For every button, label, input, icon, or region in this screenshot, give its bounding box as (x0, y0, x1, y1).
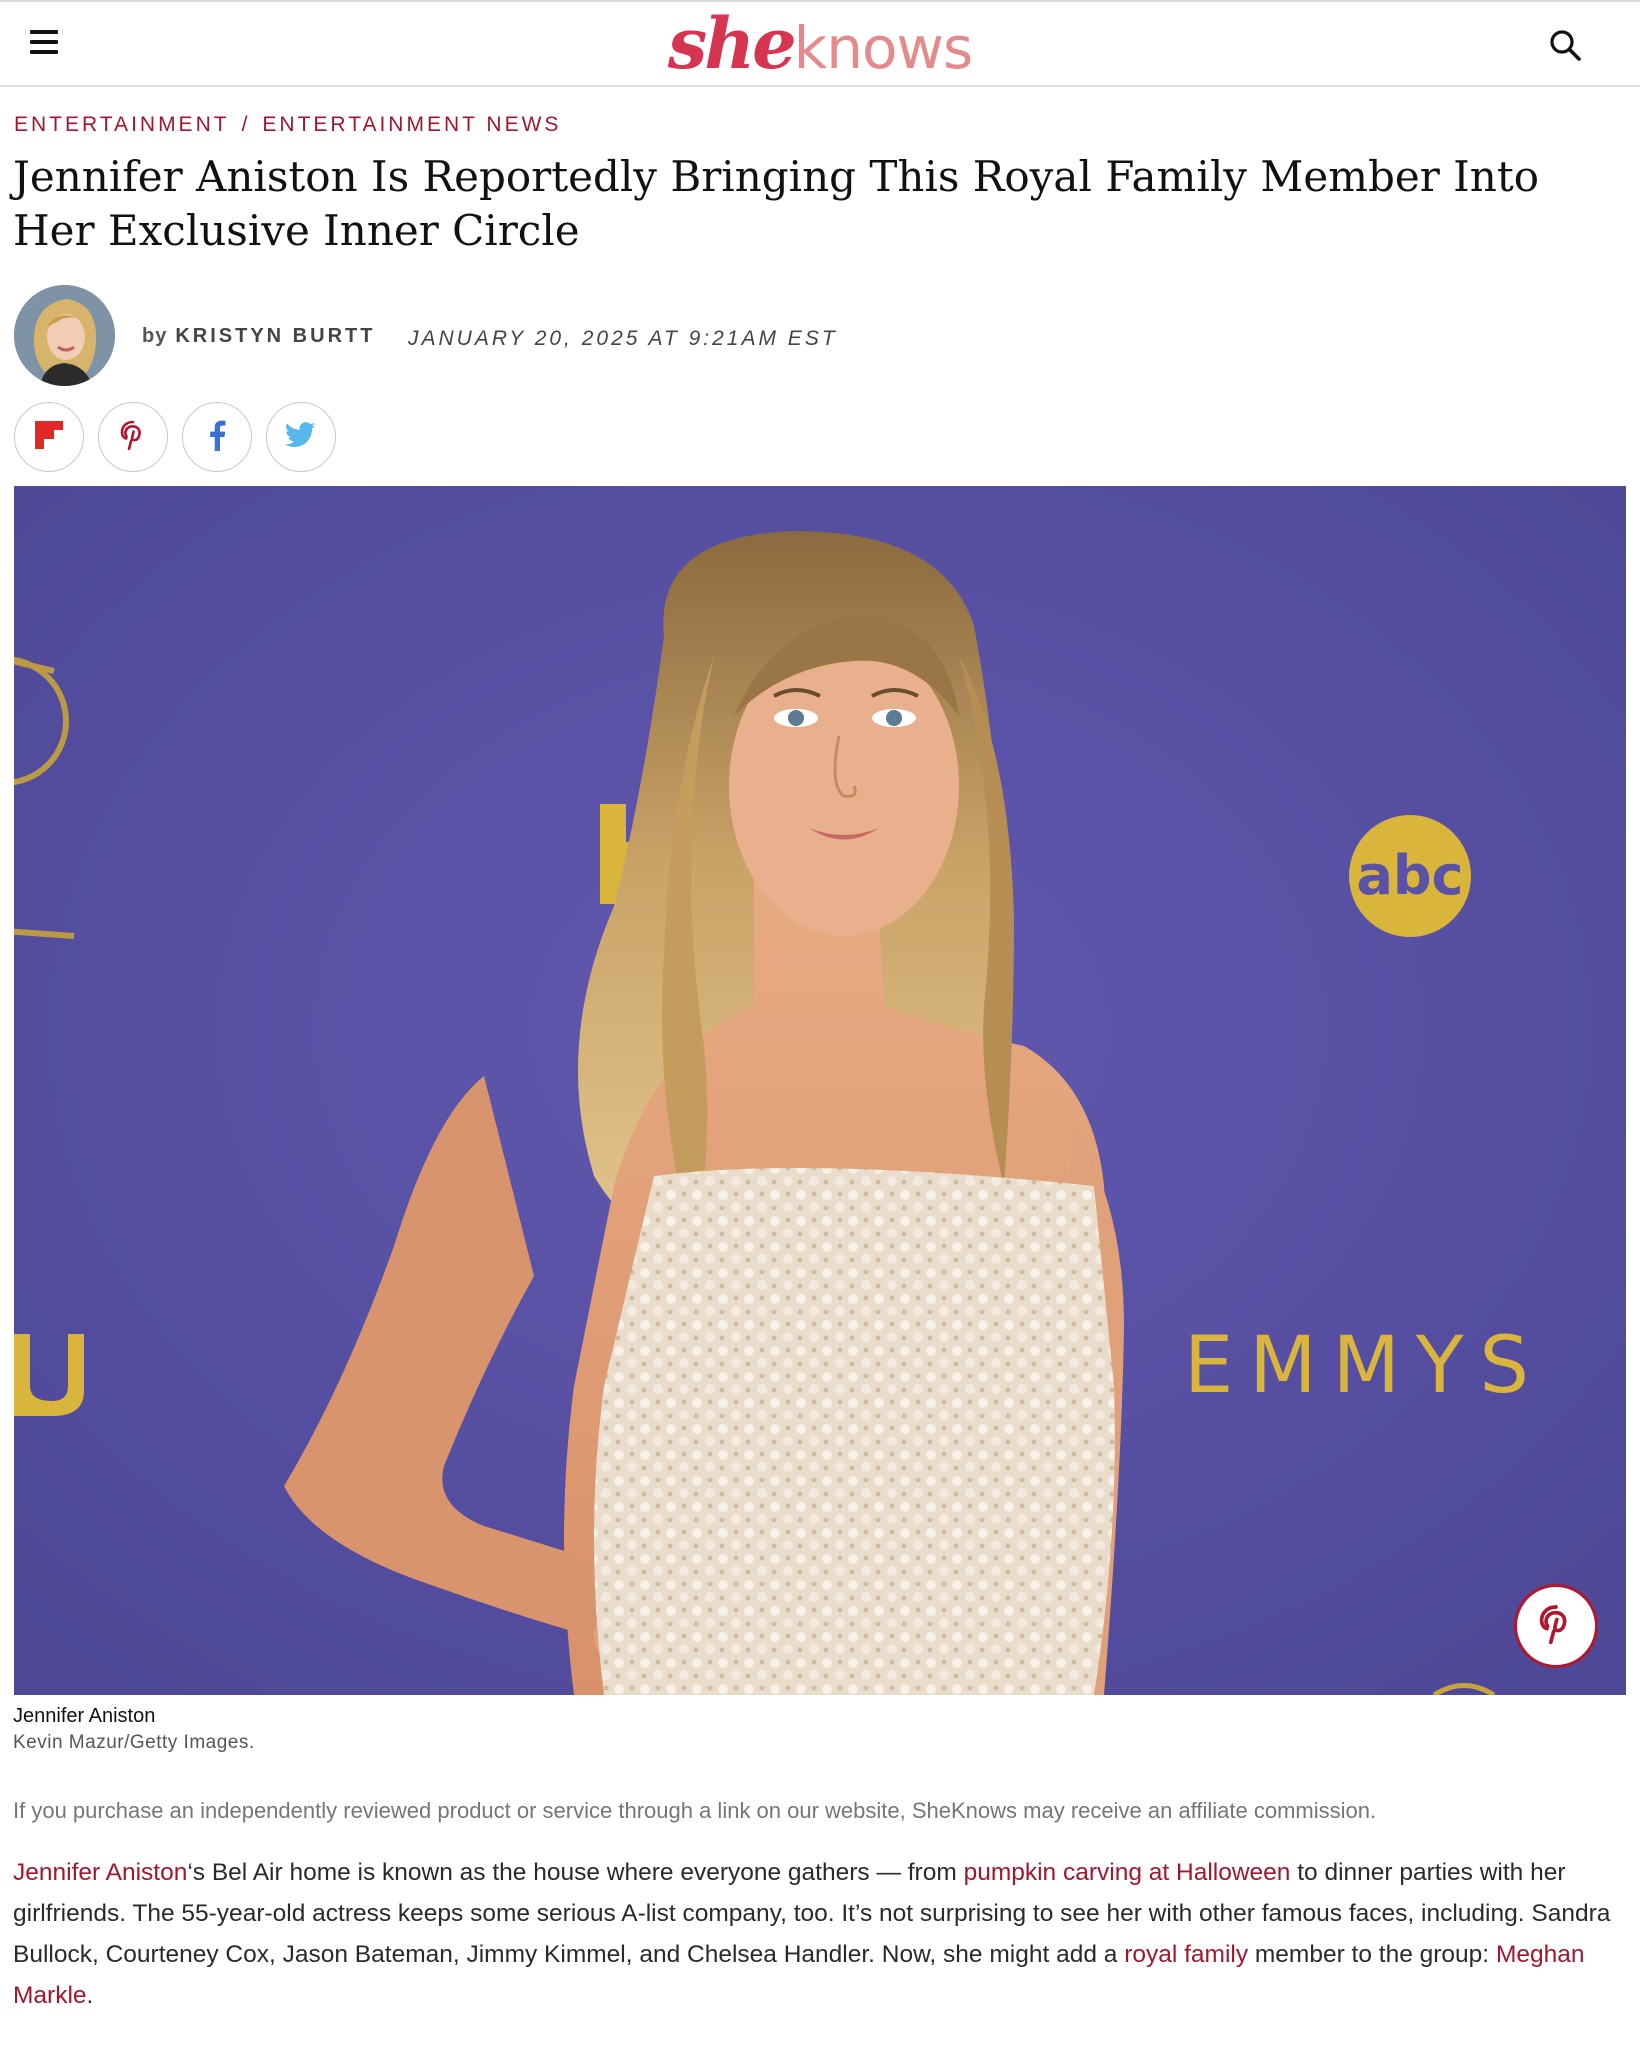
share-pinterest-button[interactable] (98, 402, 168, 472)
body-text-segment: member to the group: (1248, 1941, 1496, 1968)
link-jennifer-aniston[interactable]: Jennifer Aniston (13, 1859, 187, 1886)
author-byline: by KRISTYN BURTT (142, 325, 375, 348)
site-header: sheknows (0, 0, 1640, 87)
breadcrumb-entertainment[interactable]: ENTERTAINMENT (14, 113, 230, 136)
pinterest-icon (1539, 1603, 1573, 1650)
breadcrumb-separator: / (241, 113, 251, 136)
article-paragraph: Jennifer Aniston‘s Bel Air home is known… (13, 1852, 1623, 2016)
logo-knows-text: knows (793, 14, 973, 82)
share-facebook-button[interactable] (182, 402, 252, 472)
author-link[interactable]: KRISTYN BURTT (175, 325, 375, 347)
share-flipboard-button[interactable] (14, 402, 84, 472)
breadcrumb: ENTERTAINMENT / ENTERTAINMENT NEWS (14, 113, 561, 137)
affiliate-disclaimer: If you purchase an independently reviewe… (13, 1798, 1377, 1823)
flipboard-icon (35, 420, 63, 454)
abc-logo-text: abc (1356, 844, 1463, 907)
body-text-segment: ‘s Bel Air home is known as the house wh… (187, 1859, 964, 1886)
share-twitter-button[interactable] (266, 402, 336, 472)
facebook-icon (208, 419, 226, 456)
link-royal-family[interactable]: royal family (1124, 1941, 1248, 1968)
author-avatar[interactable] (14, 285, 115, 386)
link-pumpkin-carving[interactable]: pumpkin carving at Halloween (964, 1859, 1291, 1886)
pinterest-icon (120, 420, 146, 455)
hero-image: abc EMMYS (14, 486, 1626, 1695)
publish-date: JANUARY 20, 2025 AT 9:21AM EST (408, 327, 838, 350)
site-logo[interactable]: sheknows (0, 2, 1640, 86)
body-text-segment: . (86, 1982, 94, 2009)
logo-she-text: she (667, 2, 797, 85)
breadcrumb-entertainment-news[interactable]: ENTERTAINMENT NEWS (262, 113, 561, 136)
twitter-icon (285, 421, 316, 453)
search-icon[interactable] (1548, 28, 1584, 64)
image-credit: Kevin Mazur/Getty Images. (13, 1732, 255, 1753)
emmys-backdrop-text: EMMYS (1184, 1321, 1545, 1411)
page-title: Jennifer Aniston Is Reportedly Bringing … (13, 152, 1539, 255)
pin-image-button[interactable] (1514, 1584, 1598, 1668)
byline-prefix: by (142, 325, 168, 347)
image-caption: Jennifer Aniston (13, 1705, 156, 1727)
